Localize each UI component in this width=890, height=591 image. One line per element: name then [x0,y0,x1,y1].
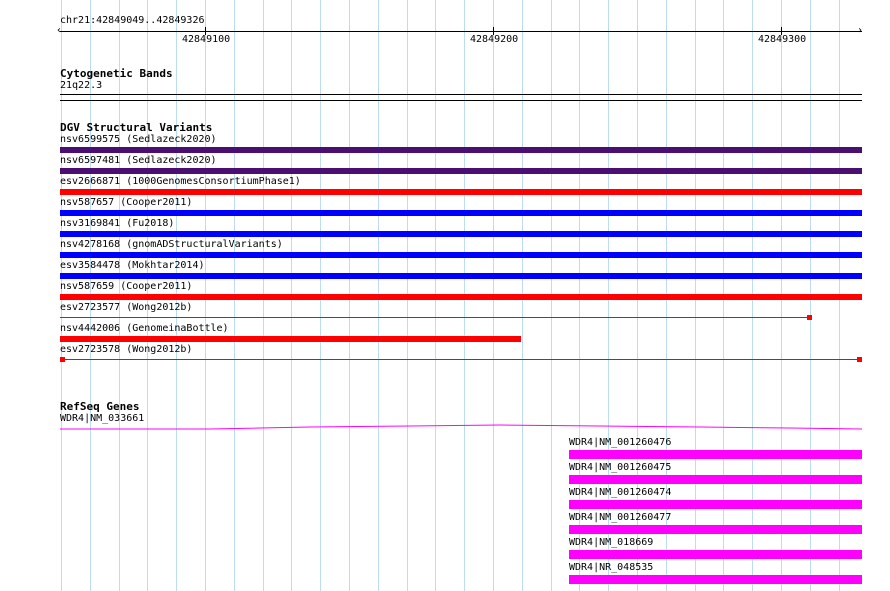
variant-label[interactable]: nsv587659 (Cooper2011) [60,281,192,293]
cytobands-track-title[interactable]: Cytogenetic Bands [60,67,173,80]
gene-isoform-bar[interactable] [569,525,862,534]
variant-label[interactable]: nsv3169841 (Fu2018) [60,218,174,230]
gene-isoform-bar[interactable] [569,500,862,509]
variant-label[interactable]: nsv6597481 (Sedlazeck2020) [60,155,217,167]
gene-isoform-label[interactable]: WDR4|NM_001260477 [569,512,671,524]
variant-label[interactable]: esv2723577 (Wong2012b) [60,302,192,314]
gene-isoform-bar[interactable] [569,575,862,584]
variant-label[interactable]: esv2723578 (Wong2012b) [60,344,192,356]
region-label: chr21:42849049..42849326 [60,15,205,26]
variant-label[interactable]: esv2666871 (1000GenomesConsortiumPhase1) [60,176,301,188]
cytoband-label: 21q22.3 [60,80,103,91]
gene-isoform-label[interactable]: WDR4|NR_048535 [569,562,653,574]
gene-isoform-label[interactable]: WDR4|NM_018669 [569,537,653,549]
variant-label[interactable]: nsv587657 (Cooper2011) [60,197,192,209]
gene-label[interactable]: WDR4|NM_033661 [60,413,144,425]
gene-isoform-bar[interactable] [569,450,862,459]
ruler-tick-label: 42849300 [758,34,807,45]
ruler-right-arrow-icon: › [857,25,864,36]
gene-isoform-bar[interactable] [569,550,862,559]
gene-isoform-label[interactable]: WDR4|NM_001260475 [569,462,671,474]
variant-label[interactable]: nsv4278168 (gnomADStructuralVariants) [60,239,283,251]
ruler-tick-label: 42849200 [470,34,519,45]
gene-isoform-bar[interactable] [569,475,862,484]
variant-label[interactable]: nsv6599575 (Sedlazeck2020) [60,134,217,146]
ruler-tick-label: 42849100 [182,34,231,45]
dgv-track-title[interactable]: DGV Structural Variants [60,121,212,134]
gene-isoform-label[interactable]: WDR4|NM_001260474 [569,487,671,499]
ruler-left-arrow-icon: ‹ [56,25,63,36]
variant-label[interactable]: nsv4442006 (GenomeinaBottle) [60,323,229,335]
gene-isoform-label[interactable]: WDR4|NM_001260476 [569,437,671,449]
refseq-track-title[interactable]: RefSeq Genes [60,400,139,413]
variant-label[interactable]: esv3584478 (Mokhtar2014) [60,260,205,272]
